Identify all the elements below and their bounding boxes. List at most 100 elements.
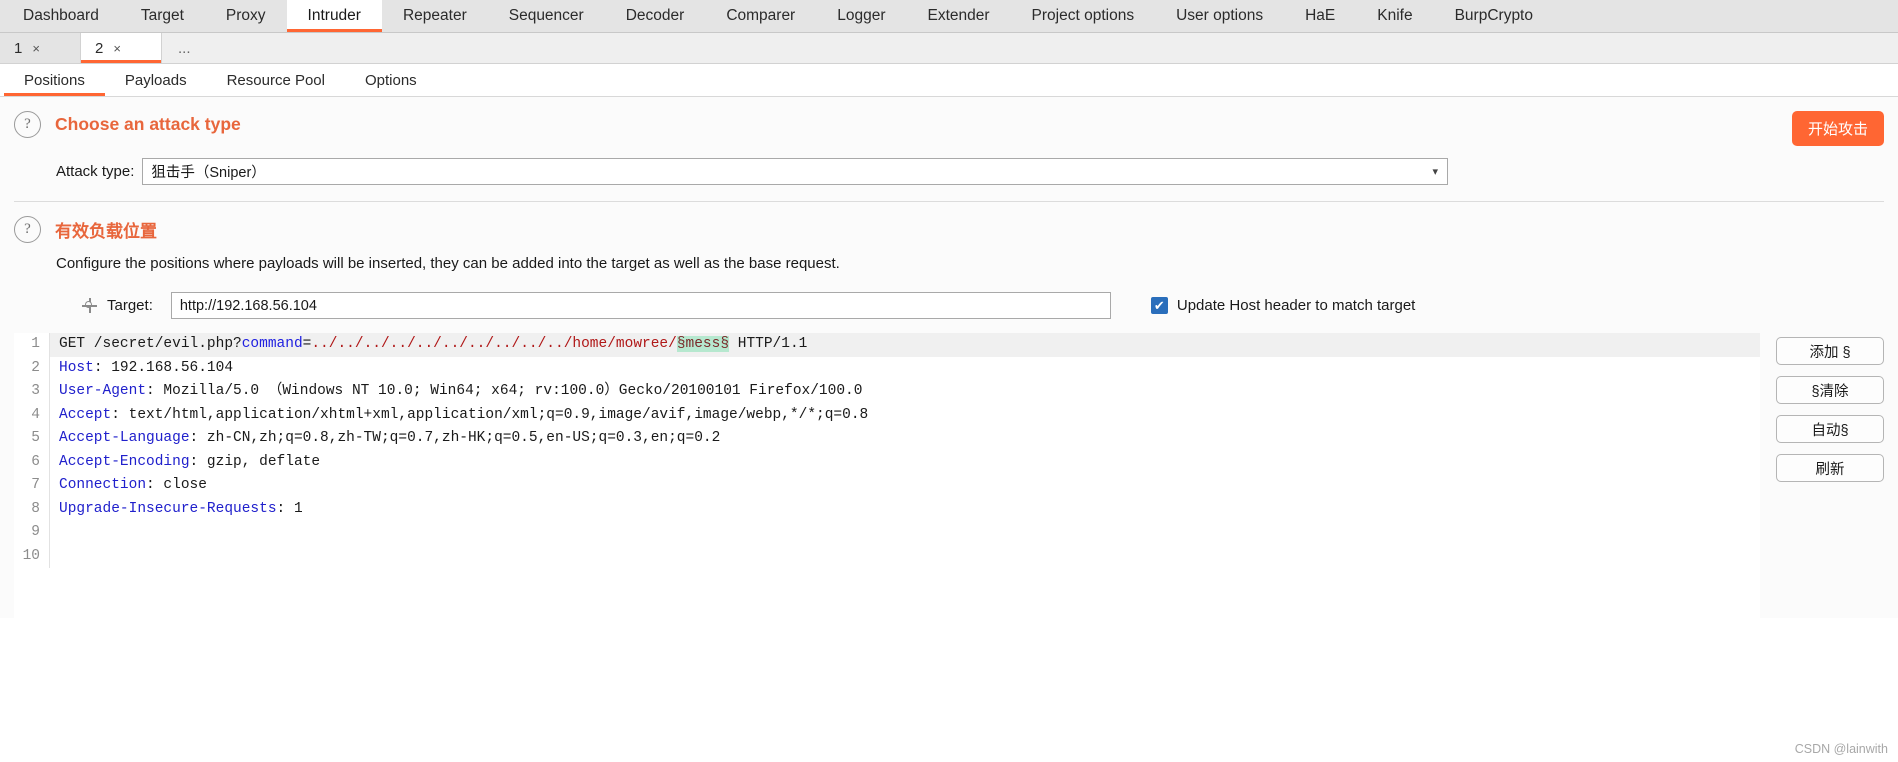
main-tab-logger[interactable]: Logger — [816, 0, 906, 32]
update-host-checkbox-group[interactable]: ✔ Update Host header to match target — [1150, 297, 1416, 314]
main-tab-proxy[interactable]: Proxy — [205, 0, 287, 32]
request-line-content: Accept: text/html,application/xhtml+xml,… — [50, 404, 868, 428]
request-line[interactable]: 5 Accept-Language: zh-CN,zh;q=0.8,zh-TW;q… — [14, 427, 1760, 451]
code-token: : zh-CN,zh;q=0.8,zh-TW;q=0.7,zh-HK;q=0.5… — [189, 430, 721, 446]
positions-header: ? 有效负载位置 — [0, 202, 1898, 249]
attack-tab-2[interactable]: 2 × — [81, 33, 162, 63]
code-token: Accept-Encoding — [59, 453, 190, 470]
clear-positions-button[interactable]: §清除 — [1776, 376, 1884, 404]
attack-type-selected-value: 狙击手（Sniper） — [151, 165, 266, 181]
code-token: : 192.168.56.104 — [93, 359, 234, 376]
main-tab-decoder[interactable]: Decoder — [605, 0, 706, 32]
close-icon[interactable]: × — [113, 41, 121, 56]
attack-type-label: Attack type: — [56, 163, 135, 180]
attack-type-select[interactable]: 狙击手（Sniper） ▾ — [142, 158, 1448, 185]
code-token: Upgrade-Insecure-Requests — [59, 500, 277, 517]
main-tab-intruder[interactable]: Intruder — [286, 0, 383, 32]
request-line-content: Upgrade-Insecure-Requests: 1 — [50, 498, 303, 522]
request-line[interactable]: 4 Accept: text/html,application/xhtml+xml… — [14, 403, 1760, 428]
target-label: Target: — [107, 297, 153, 314]
main-tab-bar: Dashboard Target Proxy Intruder Repeater Sequ… — [0, 0, 1898, 33]
main-tab-user-options[interactable]: User options — [1155, 0, 1284, 32]
attack-type-title: Choose an attack type — [55, 114, 241, 134]
main-tab-target[interactable]: Target — [120, 0, 205, 32]
watermark: CSDN @lainwith — [1794, 742, 1888, 756]
code-token: command — [241, 336, 303, 352]
code-token: Accept — [59, 406, 112, 423]
positions-title: 有效负载位置 — [55, 222, 157, 241]
request-line-content: Accept-Language: zh-CN,zh;q=0.8,zh-TW;q=… — [50, 427, 720, 451]
main-tab-burpcrypto[interactable]: BurpCrypto — [1434, 0, 1554, 32]
code-token: HTTP/1.1 — [729, 336, 808, 352]
section-tab-positions[interactable]: Positions — [4, 64, 105, 96]
attack-type-header: ? Choose an attack type — [0, 97, 1898, 144]
position-buttons-column: 添加 § §清除自动§ 刷新 — [1776, 333, 1884, 618]
request-line[interactable]: 2 Host: 192.168.56.104 — [14, 356, 1760, 381]
request-line-content: Host: 192.168.56.104 — [50, 357, 233, 381]
attack-tab-label: 2 — [95, 39, 104, 57]
section-tab-payloads[interactable]: Payloads — [105, 64, 207, 96]
close-icon[interactable]: × — [32, 41, 40, 56]
positions-description: Configure the positions where payloads w… — [56, 255, 840, 272]
payload-marker: §mess§ — [676, 336, 730, 352]
request-editor-area: 1 GET /secret/evil.php?command=../../../.… — [0, 333, 1898, 618]
code-token: Connection — [59, 477, 147, 493]
attack-tab-bar: 1 × 2 ×... — [0, 33, 1898, 64]
target-input[interactable] — [170, 292, 1111, 319]
request-line[interactable]: 3 User-Agent: Mozilla/5.0 （Windows NT 10.… — [14, 380, 1760, 404]
main-tab-comparer[interactable]: Comparer — [705, 0, 816, 32]
start-attack-button[interactable]: 开始攻击 — [1791, 111, 1884, 146]
request-line-content: User-Agent: Mozilla/5.0 （Windows NT 10.0… — [50, 380, 862, 404]
attack-tab-1[interactable]: 1 × — [0, 33, 81, 63]
main-tab-repeater[interactable]: Repeater — [382, 0, 488, 32]
code-token: : close — [146, 477, 207, 493]
line-number: 6 — [14, 450, 50, 474]
request-line[interactable]: 9 — [14, 521, 1760, 545]
request-line[interactable]: 8 Upgrade-Insecure-Requests: 1 — [14, 497, 1760, 522]
request-line-content: Accept-Encoding: gzip, deflate — [50, 451, 320, 475]
main-tab-project-options[interactable]: Project options — [1011, 0, 1156, 32]
section-tab-bar: Positions Payloads Resource Pool Options — [0, 64, 1898, 97]
main-tab-sequencer[interactable]: Sequencer — [488, 0, 605, 32]
code-token: Accept-Language — [59, 430, 190, 446]
request-editor[interactable]: 1 GET /secret/evil.php?command=../../../.… — [14, 333, 1760, 618]
target-row: Target: ✔ Update Host header to match ta… — [0, 284, 1898, 329]
section-tab-resource-pool[interactable]: Resource Pool — [207, 64, 345, 96]
line-number: 4 — [14, 403, 50, 427]
line-number: 8 — [14, 497, 50, 521]
refresh-button[interactable]: 刷新 — [1776, 454, 1884, 482]
main-tab-extender[interactable]: Extender — [907, 0, 1011, 32]
code-token: User-Agent — [59, 383, 147, 399]
help-icon[interactable]: ? — [14, 216, 41, 243]
help-icon[interactable]: ? — [14, 111, 41, 138]
update-host-label: Update Host header to match target — [1176, 297, 1416, 314]
main-tab-hae[interactable]: HaE — [1284, 0, 1356, 32]
attack-tab-more[interactable]: ... — [162, 33, 207, 63]
line-number: 3 — [14, 380, 50, 404]
code-token: home/mowree/ — [572, 336, 677, 352]
line-number: 10 — [14, 544, 50, 568]
add-position-button[interactable]: 添加 § — [1776, 337, 1884, 365]
section-tab-options[interactable]: Options — [345, 64, 437, 96]
checkbox-checked-icon[interactable]: ✔ — [1150, 297, 1168, 314]
request-line[interactable]: 7 Connection: close — [14, 474, 1760, 498]
line-number: 5 — [14, 427, 50, 451]
chevron-down-icon: ▾ — [1432, 166, 1438, 178]
code-token: : gzip, deflate — [189, 453, 321, 470]
line-number: 7 — [14, 474, 50, 498]
auto-position-button[interactable]: 自动§ — [1776, 415, 1884, 443]
request-line[interactable]: 6 Accept-Encoding: gzip, deflate — [14, 450, 1760, 475]
request-line[interactable]: 1 GET /secret/evil.php?command=../../../.… — [14, 333, 1760, 357]
main-tab-knife[interactable]: Knife — [1356, 0, 1433, 32]
attack-type-row: Attack type: 狙击手（Sniper） ▾ — [0, 144, 1898, 201]
main-tab-dashboard[interactable]: Dashboard — [2, 0, 120, 32]
request-line-content: GET /secret/evil.php?command=../../../..… — [50, 333, 807, 357]
request-line[interactable]: 10 — [14, 544, 1760, 568]
code-token: ../../../../../../../../../../ — [311, 336, 573, 352]
line-number: 1 — [14, 333, 50, 357]
crosshair-icon — [82, 298, 97, 313]
code-token: : text/html,application/xhtml+xml,applic… — [111, 406, 869, 423]
request-line-content: Connection: close — [50, 474, 207, 498]
code-token: GET /secret/evil.php? — [59, 336, 242, 352]
code-token: Host — [59, 359, 94, 376]
